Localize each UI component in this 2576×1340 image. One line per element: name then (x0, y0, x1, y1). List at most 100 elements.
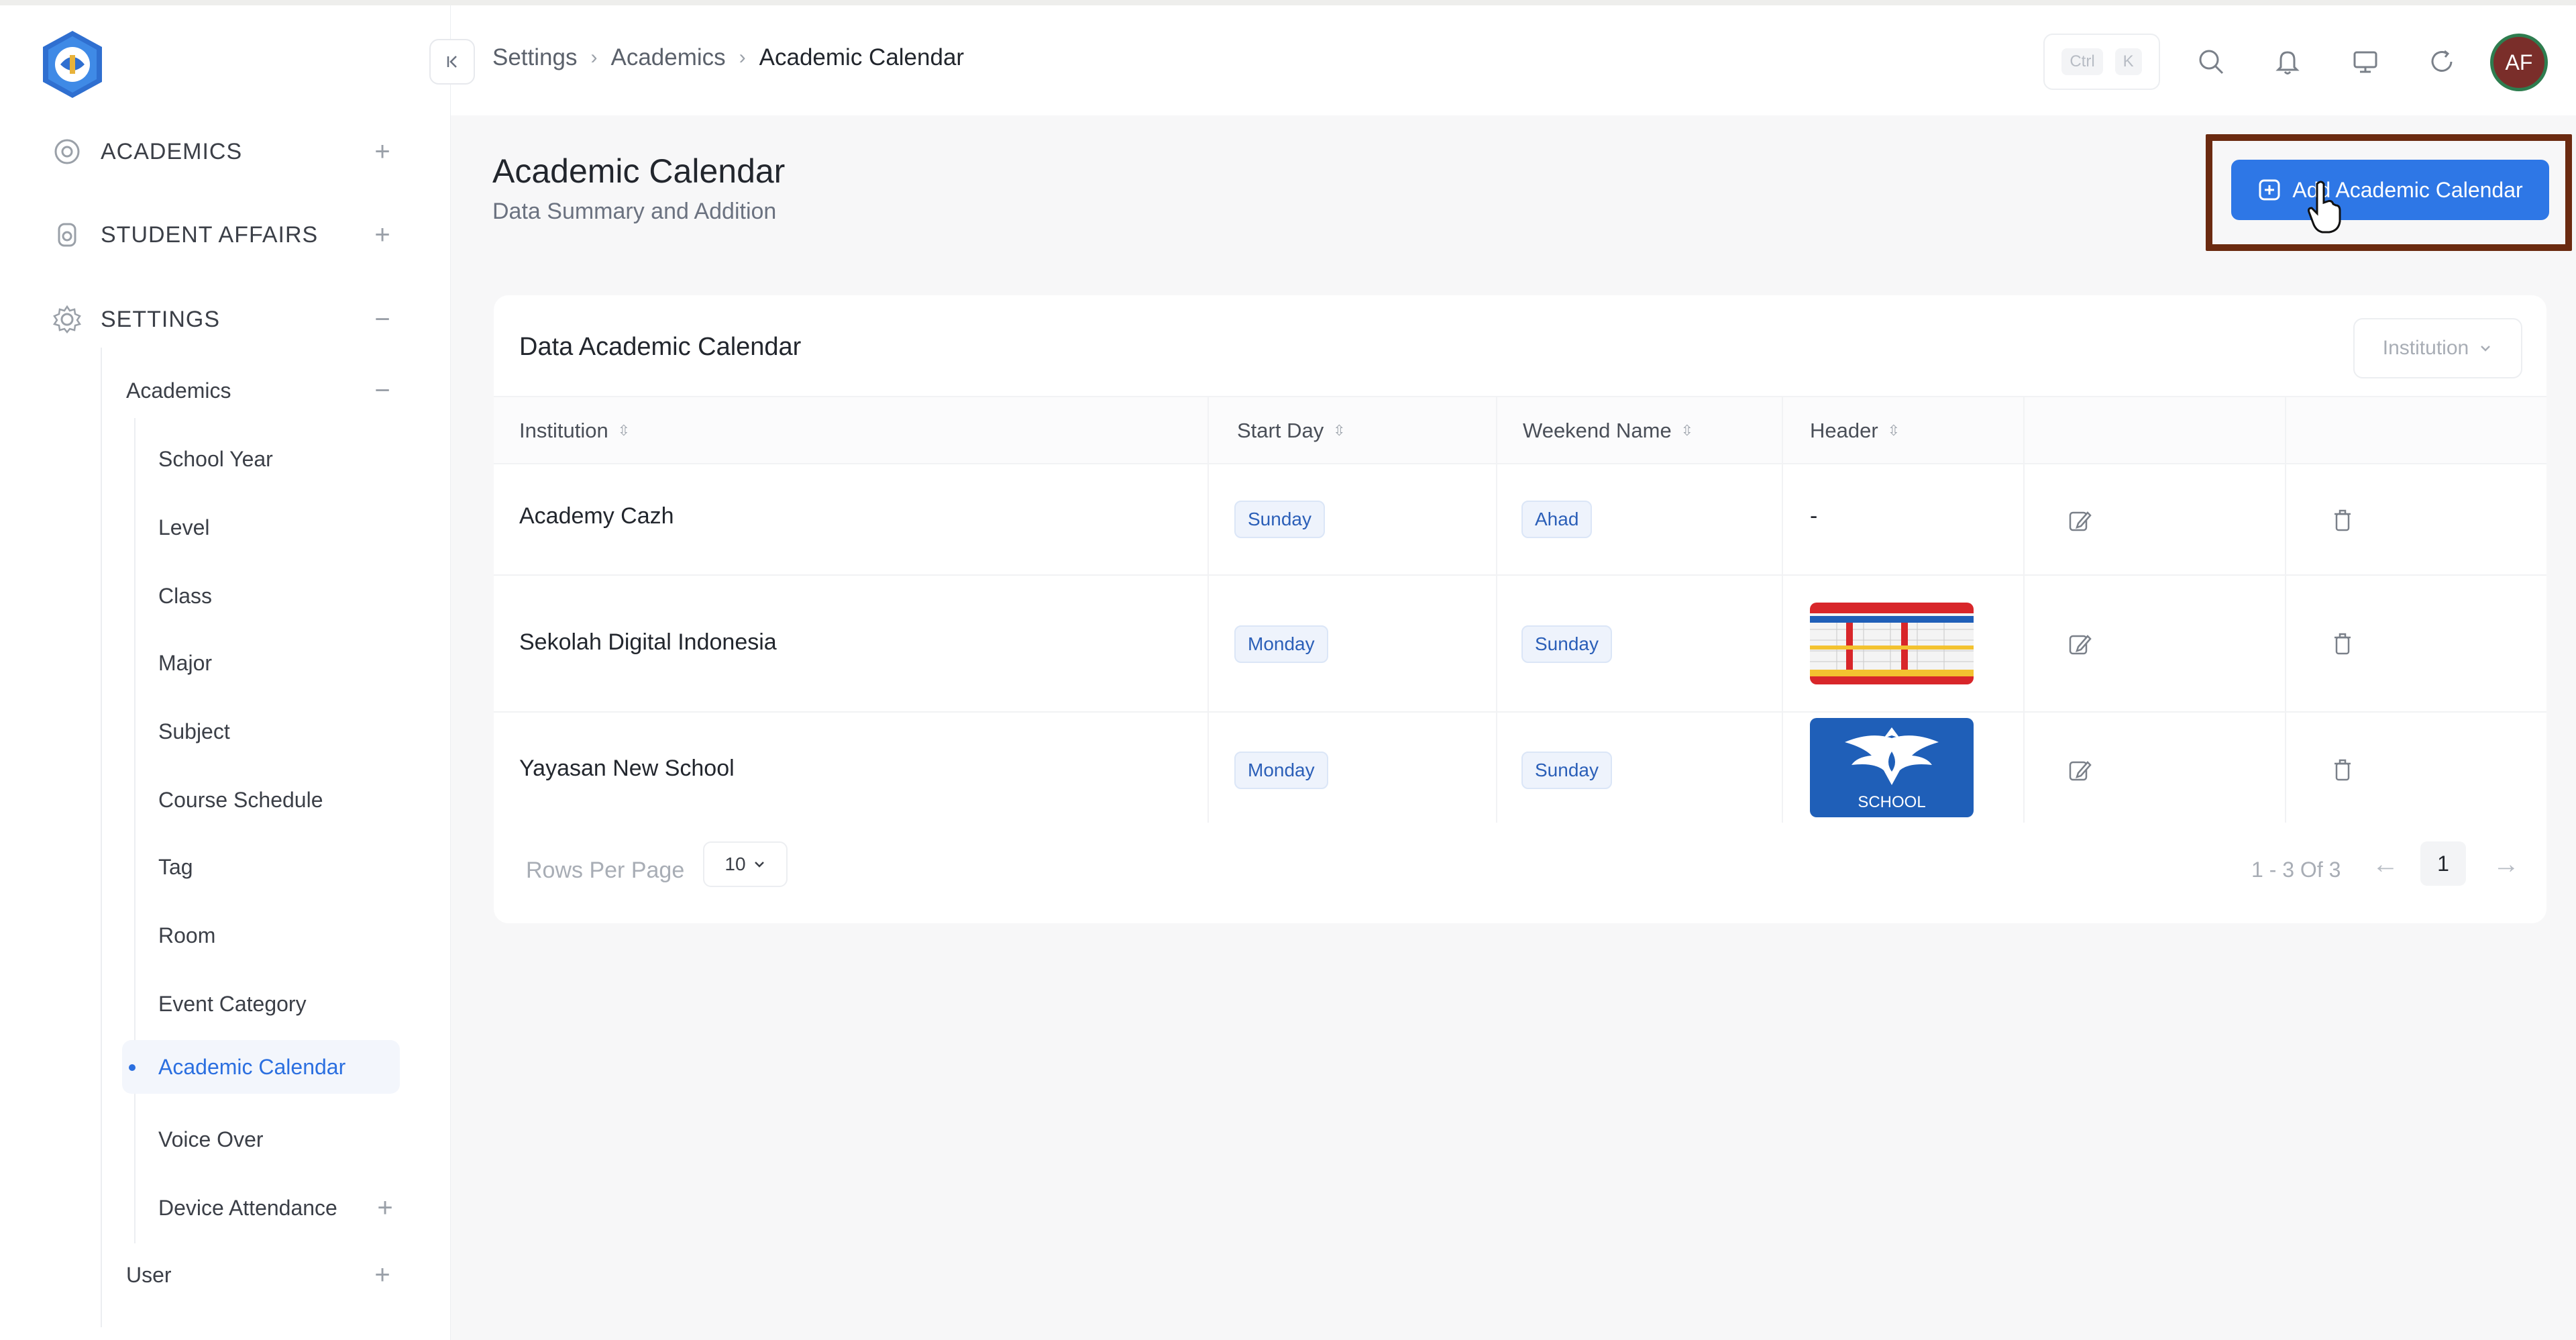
breadcrumb-settings[interactable]: Settings (492, 44, 577, 71)
rows-per-page-label: Rows Per Page (526, 858, 685, 883)
sidebar-item-label: Academic Calendar (158, 1054, 346, 1079)
cell-header-empty: - (1810, 503, 1818, 529)
sidebar-item-label: Course Schedule (158, 787, 323, 812)
school-logo-thumbnail[interactable]: SCHOOL (1810, 718, 1974, 817)
settings-gear-icon (48, 301, 86, 338)
rows-per-page-value: 10 (724, 854, 746, 874)
edit-icon[interactable] (2062, 627, 2097, 662)
edit-icon[interactable] (2062, 503, 2097, 538)
sort-icon[interactable]: ⇳ (1888, 423, 1900, 438)
edit-icon[interactable] (2062, 753, 2097, 788)
column-label: Header (1810, 419, 1878, 442)
sidebar-item-tag[interactable]: Tag (158, 840, 400, 894)
user-avatar[interactable]: AF (2490, 34, 2548, 91)
sidebar-subgroup-label: Academics (126, 378, 231, 403)
sidebar-item-label: Major (158, 650, 213, 675)
expand-icon[interactable]: + (368, 1260, 397, 1290)
sidebar-subgroup-academics[interactable]: Academics − (126, 366, 397, 415)
cell-institution: Yayasan New School (519, 756, 735, 781)
column-header-weekend-name[interactable]: Weekend Name ⇳ (1523, 419, 1693, 443)
start-day-badge: Sunday (1234, 501, 1325, 538)
trash-icon[interactable] (2325, 503, 2360, 538)
hand-cursor-icon (2308, 181, 2341, 234)
chevron-down-icon (2481, 346, 2491, 352)
sidebar-subgroup-user[interactable]: User + (126, 1251, 397, 1299)
column-label: Start Day (1237, 419, 1324, 442)
sidebar-item-label: Tag (158, 854, 193, 879)
sidebar-item-class[interactable]: Class (158, 569, 400, 623)
search-icon[interactable] (2191, 42, 2231, 82)
start-day-badge: Monday (1234, 752, 1328, 789)
sidebar-item-label: Class (158, 583, 213, 608)
expand-icon[interactable]: + (368, 220, 397, 250)
sidebar-item-label: Subject (158, 719, 230, 743)
column-header-start-day[interactable]: Start Day ⇳ (1237, 419, 1346, 443)
sidebar-item-major[interactable]: Major (158, 636, 400, 690)
trash-icon[interactable] (2325, 627, 2360, 662)
page-title: Academic Calendar (492, 152, 786, 190)
rows-per-page-select[interactable]: 10 (703, 841, 788, 887)
monitor-icon[interactable] (2345, 42, 2385, 82)
sidebar-item-academic-calendar[interactable]: Academic Calendar (122, 1040, 400, 1094)
expand-icon[interactable]: + (370, 1193, 400, 1223)
calendar-thumbnail[interactable] (1810, 603, 1974, 684)
sidebar-item-device-attendance[interactable]: Device Attendance + (158, 1181, 400, 1235)
sidebar-item-school-year[interactable]: School Year (158, 432, 400, 486)
chevron-right-icon: › (739, 46, 746, 68)
active-dot (129, 1064, 136, 1071)
sort-icon[interactable]: ⇳ (618, 423, 630, 438)
table-header: Institution ⇳ Start Day ⇳ Weekend Name ⇳ He… (494, 396, 2546, 464)
sidebar-item-label: Device Attendance (158, 1195, 337, 1220)
column-header-institution[interactable]: Institution ⇳ (519, 419, 630, 443)
collapse-sidebar-button[interactable] (429, 39, 475, 85)
filter-label: Institution (2382, 337, 2469, 359)
sidebar-item-label: Voice Over (158, 1127, 264, 1151)
breadcrumb-academics[interactable]: Academics (610, 44, 725, 71)
table-row: Yayasan New School Monday Sunday SCHOOL (494, 713, 2546, 823)
student-affairs-icon (48, 216, 86, 254)
weekend-badge: Sunday (1521, 625, 1612, 663)
collapse-icon[interactable]: − (368, 376, 397, 405)
sidebar-group-student-affairs[interactable]: STUDENT AFFAIRS + (48, 211, 397, 259)
collapse-icon[interactable]: − (368, 305, 397, 334)
sort-icon[interactable]: ⇳ (1333, 423, 1345, 438)
sidebar-item-voice-over[interactable]: Voice Over (158, 1113, 400, 1166)
cell-institution: Academy Cazh (519, 503, 674, 529)
institution-filter-dropdown[interactable]: Institution (2353, 318, 2522, 378)
prev-page-arrow-icon[interactable]: ← (2372, 849, 2399, 880)
chevron-down-icon (754, 862, 764, 868)
add-academic-calendar-button[interactable]: Add Academic Calendar (2231, 160, 2549, 220)
expand-icon[interactable]: + (368, 137, 397, 166)
sort-icon[interactable]: ⇳ (1681, 423, 1693, 438)
sidebar-item-level[interactable]: Level (158, 501, 400, 554)
collapse-left-icon (447, 56, 457, 68)
plus-square-icon (2259, 179, 2280, 201)
sidebar-group-label: SETTINGS (101, 306, 221, 332)
sidebar-item-course-schedule[interactable]: Course Schedule (158, 773, 400, 827)
sidebar-item-label: Level (158, 515, 210, 539)
column-label: Weekend Name (1523, 419, 1672, 442)
sidebar-item-room[interactable]: Room (158, 909, 400, 962)
sidebar-group-label: ACADEMICS (101, 138, 243, 164)
sidebar-group-settings[interactable]: SETTINGS − (48, 295, 397, 344)
sidebar-item-subject[interactable]: Subject (158, 705, 400, 758)
cell-institution: Sekolah Digital Indonesia (519, 629, 777, 655)
academics-icon (48, 133, 86, 170)
institution-logo[interactable] (38, 30, 107, 99)
trash-icon[interactable] (2325, 753, 2360, 788)
top-strip (0, 0, 2576, 5)
sidebar-group-academics[interactable]: ACADEMICS + (48, 127, 397, 176)
page-subtitle: Data Summary and Addition (492, 199, 777, 224)
column-label: Institution (519, 419, 608, 442)
next-page-arrow-icon[interactable]: → (2493, 849, 2520, 880)
bell-icon[interactable] (2267, 42, 2308, 82)
refresh-icon[interactable] (2422, 42, 2462, 82)
sidebar: ACADEMICS + STUDENT AFFAIRS + SETTINGS −… (0, 5, 451, 1340)
weekend-badge: Sunday (1521, 752, 1612, 789)
eagle-emblem-icon (1845, 727, 1939, 785)
column-header-header[interactable]: Header ⇳ (1810, 419, 1900, 443)
sidebar-item-event-category[interactable]: Event Category (158, 977, 400, 1031)
command-shortcut[interactable]: Ctrl K (2043, 34, 2160, 90)
page-number-button[interactable]: 1 (2420, 841, 2466, 886)
sidebar-item-label: Room (158, 923, 216, 947)
